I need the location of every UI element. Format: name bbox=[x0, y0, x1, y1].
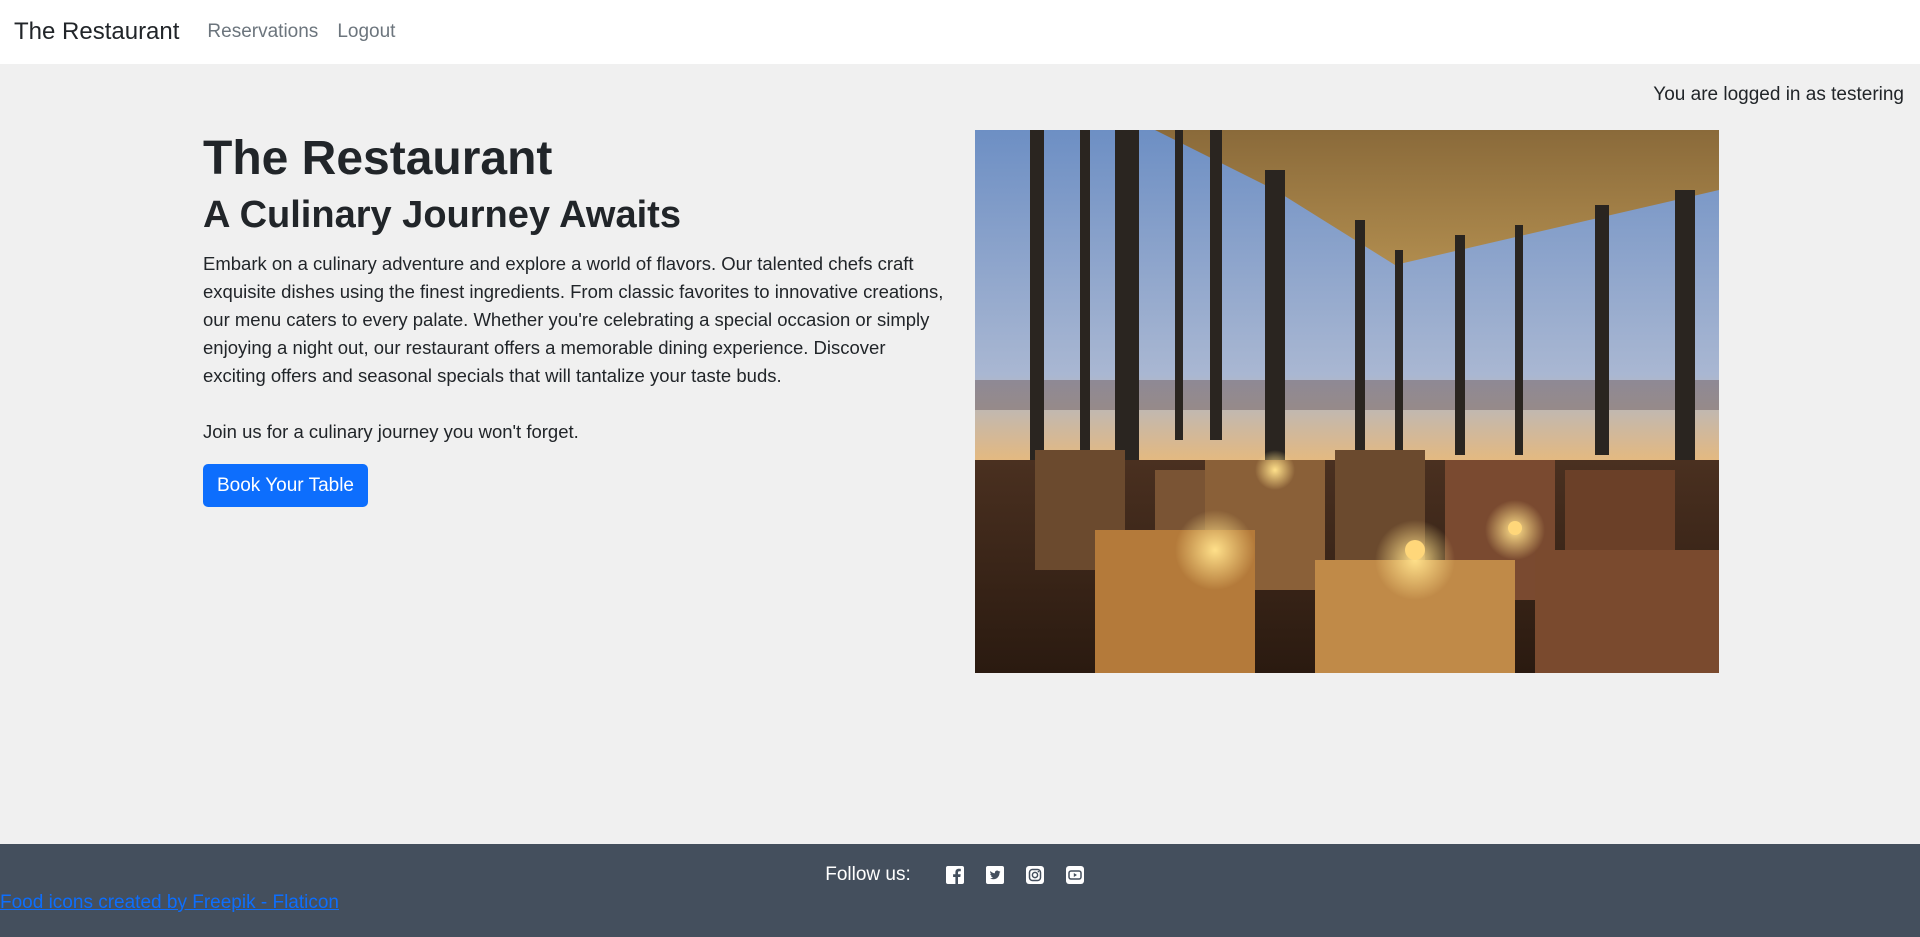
twitter-icon[interactable] bbox=[985, 866, 1004, 884]
facebook-icon[interactable] bbox=[945, 866, 964, 884]
footer: Follow us: Food icons created by Freepik… bbox=[0, 844, 1920, 937]
restaurant-photo bbox=[975, 130, 1719, 673]
follow-row: Follow us: bbox=[0, 864, 1920, 886]
follow-label: Follow us: bbox=[825, 864, 911, 885]
login-status-text: You are logged in as testering bbox=[1653, 84, 1904, 105]
hero-text-section: The Restaurant A Culinary Journey Awaits… bbox=[203, 128, 948, 507]
flaticon-credit-link[interactable]: Food icons created by Freepik - Flaticon bbox=[0, 892, 339, 914]
nav-link-reservations[interactable]: Reservations bbox=[207, 21, 318, 43]
hero-title: The Restaurant bbox=[203, 132, 553, 185]
navbar-brand[interactable]: The Restaurant bbox=[14, 18, 179, 46]
hero-description: Embark on a culinary adventure and explo… bbox=[203, 253, 944, 386]
book-table-button[interactable]: Book Your Table bbox=[203, 464, 368, 507]
hero-join-text: Join us for a culinary journey you won't… bbox=[203, 421, 579, 442]
top-navbar: The Restaurant Reservations Logout bbox=[0, 0, 1920, 64]
instagram-icon[interactable] bbox=[1025, 866, 1044, 884]
youtube-icon[interactable] bbox=[1065, 866, 1084, 884]
nav-link-logout[interactable]: Logout bbox=[337, 21, 395, 43]
hero-subtitle: A Culinary Journey Awaits bbox=[203, 194, 681, 236]
